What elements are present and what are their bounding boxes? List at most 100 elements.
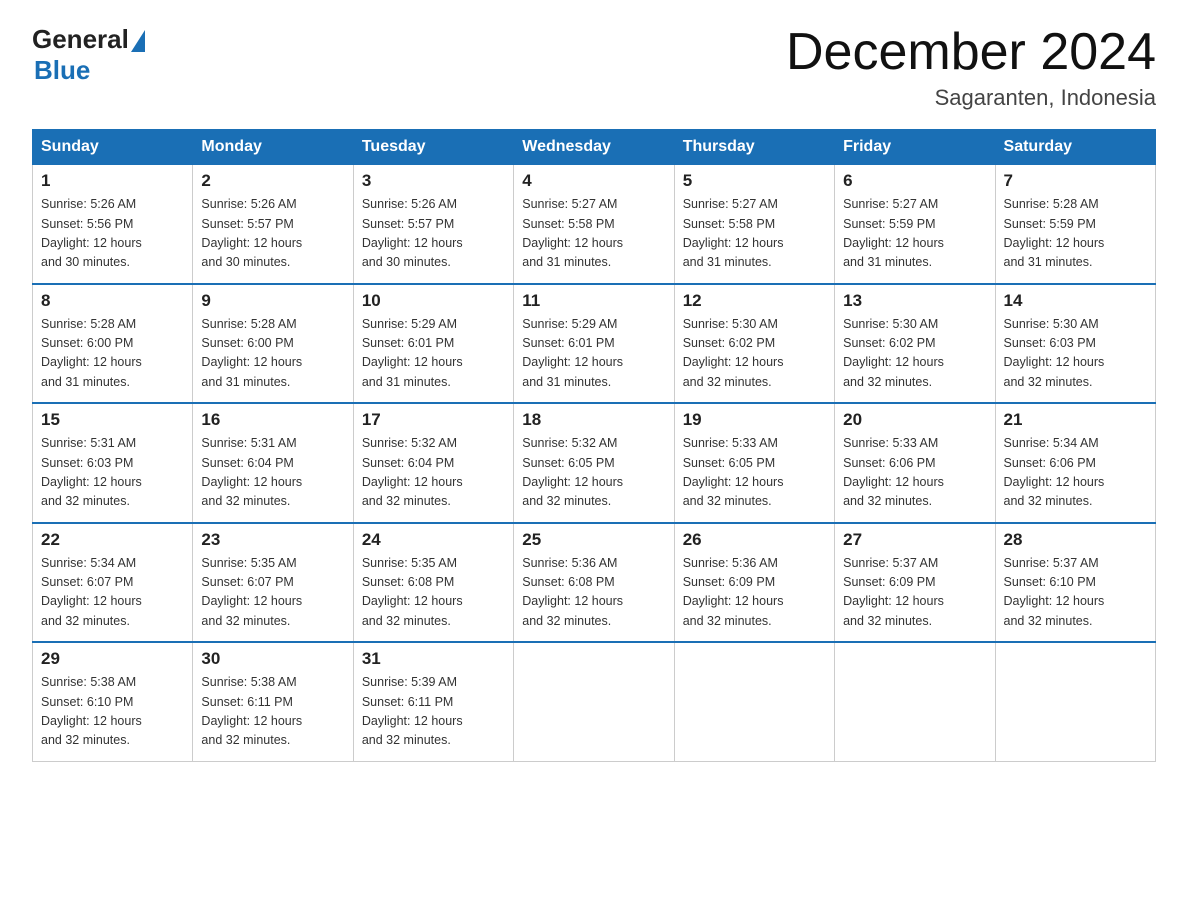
day-number: 18 — [522, 410, 665, 430]
day-info: Sunrise: 5:34 AMSunset: 6:06 PMDaylight:… — [1004, 434, 1147, 512]
day-info: Sunrise: 5:36 AMSunset: 6:08 PMDaylight:… — [522, 554, 665, 632]
day-info: Sunrise: 5:35 AMSunset: 6:08 PMDaylight:… — [362, 554, 505, 632]
day-info: Sunrise: 5:28 AMSunset: 5:59 PMDaylight:… — [1004, 195, 1147, 273]
day-number: 15 — [41, 410, 184, 430]
day-info: Sunrise: 5:37 AMSunset: 6:10 PMDaylight:… — [1004, 554, 1147, 632]
calendar-cell: 16Sunrise: 5:31 AMSunset: 6:04 PMDayligh… — [193, 403, 353, 523]
calendar-cell: 2 Sunrise: 5:26 AMSunset: 5:57 PMDaylight… — [193, 165, 353, 284]
logo-general-text: General — [32, 24, 129, 55]
logo-triangle-icon — [131, 30, 145, 52]
day-info: Sunrise: 5:29 AMSunset: 6:01 PMDaylight:… — [522, 315, 665, 393]
calendar-cell — [995, 642, 1155, 761]
day-info: Sunrise: 5:33 AMSunset: 6:05 PMDaylight:… — [683, 434, 826, 512]
day-number: 5 — [683, 171, 826, 191]
day-number: 9 — [201, 291, 344, 311]
col-header-wednesday: Wednesday — [514, 130, 674, 165]
day-info: Sunrise: 5:33 AMSunset: 6:06 PMDaylight:… — [843, 434, 986, 512]
day-info: Sunrise: 5:32 AMSunset: 6:05 PMDaylight:… — [522, 434, 665, 512]
calendar-cell: 5Sunrise: 5:27 AMSunset: 5:58 PMDaylight… — [674, 165, 834, 284]
day-info: Sunrise: 5:27 AMSunset: 5:59 PMDaylight:… — [843, 195, 986, 273]
calendar-week-5: 29 Sunrise: 5:38 AMSunset: 6:10 PMDayligh… — [33, 642, 1156, 761]
day-number: 16 — [201, 410, 344, 430]
calendar-cell: 29 Sunrise: 5:38 AMSunset: 6:10 PMDayligh… — [33, 642, 193, 761]
day-info: Sunrise: 5:39 AMSunset: 6:11 PMDaylight:… — [362, 673, 505, 751]
logo: General Blue — [32, 24, 145, 86]
calendar-cell: 13Sunrise: 5:30 AMSunset: 6:02 PMDayligh… — [835, 284, 995, 404]
calendar-cell: 28 Sunrise: 5:37 AMSunset: 6:10 PMDayligh… — [995, 523, 1155, 643]
day-number: 12 — [683, 291, 826, 311]
col-header-friday: Friday — [835, 130, 995, 165]
calendar-cell: 23 Sunrise: 5:35 AMSunset: 6:07 PMDayligh… — [193, 523, 353, 643]
day-info: Sunrise: 5:30 AMSunset: 6:03 PMDaylight:… — [1004, 315, 1147, 393]
calendar-cell: 19 Sunrise: 5:33 AMSunset: 6:05 PMDayligh… — [674, 403, 834, 523]
col-header-tuesday: Tuesday — [353, 130, 513, 165]
day-number: 30 — [201, 649, 344, 669]
calendar-cell: 3Sunrise: 5:26 AMSunset: 5:57 PMDaylight… — [353, 165, 513, 284]
day-number: 21 — [1004, 410, 1147, 430]
calendar-cell: 8Sunrise: 5:28 AMSunset: 6:00 PMDaylight… — [33, 284, 193, 404]
day-info: Sunrise: 5:28 AMSunset: 6:00 PMDaylight:… — [41, 315, 184, 393]
day-info: Sunrise: 5:38 AMSunset: 6:11 PMDaylight:… — [201, 673, 344, 751]
calendar-week-4: 22Sunrise: 5:34 AMSunset: 6:07 PMDayligh… — [33, 523, 1156, 643]
day-info: Sunrise: 5:37 AMSunset: 6:09 PMDaylight:… — [843, 554, 986, 632]
calendar-week-2: 8Sunrise: 5:28 AMSunset: 6:00 PMDaylight… — [33, 284, 1156, 404]
month-title: December 2024 — [786, 24, 1156, 81]
calendar-cell: 31 Sunrise: 5:39 AMSunset: 6:11 PMDayligh… — [353, 642, 513, 761]
calendar-cell — [674, 642, 834, 761]
calendar-cell: 4 Sunrise: 5:27 AMSunset: 5:58 PMDaylight… — [514, 165, 674, 284]
day-info: Sunrise: 5:27 AMSunset: 5:58 PMDaylight:… — [522, 195, 665, 273]
day-info: Sunrise: 5:26 AMSunset: 5:56 PMDaylight:… — [41, 195, 184, 273]
calendar-cell: 30 Sunrise: 5:38 AMSunset: 6:11 PMDayligh… — [193, 642, 353, 761]
day-info: Sunrise: 5:38 AMSunset: 6:10 PMDaylight:… — [41, 673, 184, 751]
day-info: Sunrise: 5:35 AMSunset: 6:07 PMDaylight:… — [201, 554, 344, 632]
day-number: 28 — [1004, 530, 1147, 550]
day-info: Sunrise: 5:26 AMSunset: 5:57 PMDaylight:… — [201, 195, 344, 273]
day-number: 29 — [41, 649, 184, 669]
calendar-cell: 1Sunrise: 5:26 AMSunset: 5:56 PMDaylight… — [33, 165, 193, 284]
day-number: 10 — [362, 291, 505, 311]
day-number: 2 — [201, 171, 344, 191]
calendar-week-3: 15Sunrise: 5:31 AMSunset: 6:03 PMDayligh… — [33, 403, 1156, 523]
day-info: Sunrise: 5:36 AMSunset: 6:09 PMDaylight:… — [683, 554, 826, 632]
day-number: 20 — [843, 410, 986, 430]
location: Sagaranten, Indonesia — [786, 85, 1156, 111]
day-number: 19 — [683, 410, 826, 430]
calendar-cell: 21 Sunrise: 5:34 AMSunset: 6:06 PMDayligh… — [995, 403, 1155, 523]
calendar-cell: 7 Sunrise: 5:28 AMSunset: 5:59 PMDaylight… — [995, 165, 1155, 284]
day-number: 6 — [843, 171, 986, 191]
calendar-cell: 14Sunrise: 5:30 AMSunset: 6:03 PMDayligh… — [995, 284, 1155, 404]
calendar-cell: 17Sunrise: 5:32 AMSunset: 6:04 PMDayligh… — [353, 403, 513, 523]
calendar-cell: 15Sunrise: 5:31 AMSunset: 6:03 PMDayligh… — [33, 403, 193, 523]
calendar-cell: 26 Sunrise: 5:36 AMSunset: 6:09 PMDayligh… — [674, 523, 834, 643]
calendar-cell: 20 Sunrise: 5:33 AMSunset: 6:06 PMDayligh… — [835, 403, 995, 523]
day-number: 3 — [362, 171, 505, 191]
calendar-cell: 10 Sunrise: 5:29 AMSunset: 6:01 PMDayligh… — [353, 284, 513, 404]
calendar-cell — [835, 642, 995, 761]
day-number: 7 — [1004, 171, 1147, 191]
title-block: December 2024 Sagaranten, Indonesia — [786, 24, 1156, 111]
day-info: Sunrise: 5:30 AMSunset: 6:02 PMDaylight:… — [843, 315, 986, 393]
calendar-cell: 27Sunrise: 5:37 AMSunset: 6:09 PMDayligh… — [835, 523, 995, 643]
calendar-cell: 25Sunrise: 5:36 AMSunset: 6:08 PMDayligh… — [514, 523, 674, 643]
calendar-cell: 24 Sunrise: 5:35 AMSunset: 6:08 PMDayligh… — [353, 523, 513, 643]
day-number: 24 — [362, 530, 505, 550]
col-header-saturday: Saturday — [995, 130, 1155, 165]
day-number: 17 — [362, 410, 505, 430]
calendar-cell — [514, 642, 674, 761]
day-number: 26 — [683, 530, 826, 550]
day-info: Sunrise: 5:29 AMSunset: 6:01 PMDaylight:… — [362, 315, 505, 393]
calendar-cell: 18 Sunrise: 5:32 AMSunset: 6:05 PMDayligh… — [514, 403, 674, 523]
day-number: 31 — [362, 649, 505, 669]
header-row: SundayMondayTuesdayWednesdayThursdayFrid… — [33, 130, 1156, 165]
calendar-table: SundayMondayTuesdayWednesdayThursdayFrid… — [32, 129, 1156, 762]
day-number: 11 — [522, 291, 665, 311]
calendar-cell: 6 Sunrise: 5:27 AMSunset: 5:59 PMDaylight… — [835, 165, 995, 284]
col-header-thursday: Thursday — [674, 130, 834, 165]
day-number: 22 — [41, 530, 184, 550]
logo-blue-text: Blue — [34, 55, 90, 86]
day-number: 4 — [522, 171, 665, 191]
calendar-cell: 22Sunrise: 5:34 AMSunset: 6:07 PMDayligh… — [33, 523, 193, 643]
calendar-week-1: 1Sunrise: 5:26 AMSunset: 5:56 PMDaylight… — [33, 165, 1156, 284]
day-number: 23 — [201, 530, 344, 550]
calendar-cell: 12Sunrise: 5:30 AMSunset: 6:02 PMDayligh… — [674, 284, 834, 404]
